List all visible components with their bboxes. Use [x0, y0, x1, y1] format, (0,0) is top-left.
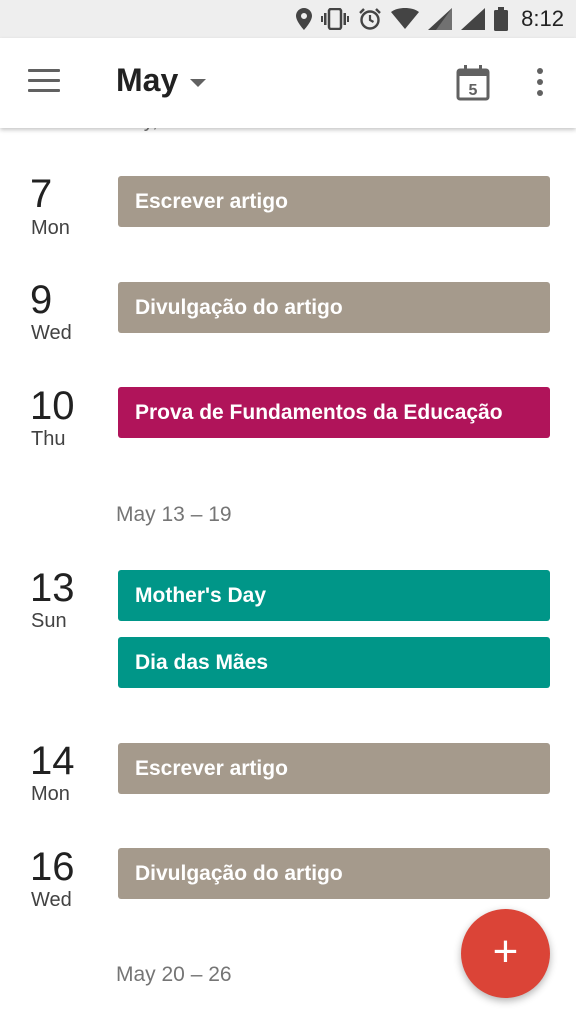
- menu-icon: [28, 69, 60, 72]
- day-name: Thu: [31, 428, 66, 450]
- day-number: 7: [30, 172, 53, 216]
- signal-icon-secondary: [461, 8, 486, 30]
- alarm-icon: [359, 8, 382, 30]
- day-name: Mon: [31, 217, 70, 239]
- plus-icon: +: [492, 927, 519, 976]
- event-chip[interactable]: Escrever artigo: [118, 176, 550, 227]
- wifi-icon: [391, 8, 420, 29]
- page-title: May: [116, 62, 179, 98]
- more-options-button[interactable]: [534, 68, 546, 100]
- event-chip[interactable]: Escrever artigo: [118, 743, 550, 794]
- status-icons: 8:12: [296, 0, 564, 38]
- signal-icon: [428, 8, 453, 30]
- week-label: May 20 – 26: [116, 963, 232, 986]
- app-bar: May 5: [0, 38, 576, 128]
- more-vert-icon: [537, 68, 543, 74]
- today-date: 5: [469, 82, 478, 99]
- day-name: Mon: [31, 783, 70, 805]
- caret-down-icon: [190, 78, 207, 87]
- day-number: 13: [30, 566, 75, 610]
- vibrate-icon: [321, 8, 350, 30]
- event-chip[interactable]: Prova de Fundamentos da Educação: [118, 387, 550, 438]
- day-name: Wed: [31, 889, 72, 911]
- event-chip[interactable]: Divulgação do artigo: [118, 848, 550, 899]
- battery-icon: [494, 7, 509, 31]
- week-label: May 13 – 19: [116, 503, 232, 526]
- create-event-button[interactable]: +: [461, 909, 550, 998]
- day-name: Sun: [31, 610, 67, 632]
- month-selector[interactable]: May: [116, 62, 207, 99]
- status-time: 8:12: [521, 6, 564, 31]
- day-number: 10: [30, 384, 75, 428]
- day-number: 14: [30, 739, 75, 783]
- day-number: 9: [30, 278, 53, 322]
- location-icon: [296, 8, 313, 30]
- event-chip[interactable]: Dia das Mães: [118, 637, 550, 688]
- menu-button[interactable]: [28, 69, 60, 95]
- day-name: Wed: [31, 322, 72, 344]
- day-number: 16: [30, 845, 75, 889]
- event-chip[interactable]: Mother's Day: [118, 570, 550, 621]
- today-button[interactable]: 5: [456, 65, 490, 101]
- status-bar: 8:12: [0, 0, 576, 38]
- event-chip[interactable]: Divulgação do artigo: [118, 282, 550, 333]
- calendar-icon: 5: [456, 65, 490, 101]
